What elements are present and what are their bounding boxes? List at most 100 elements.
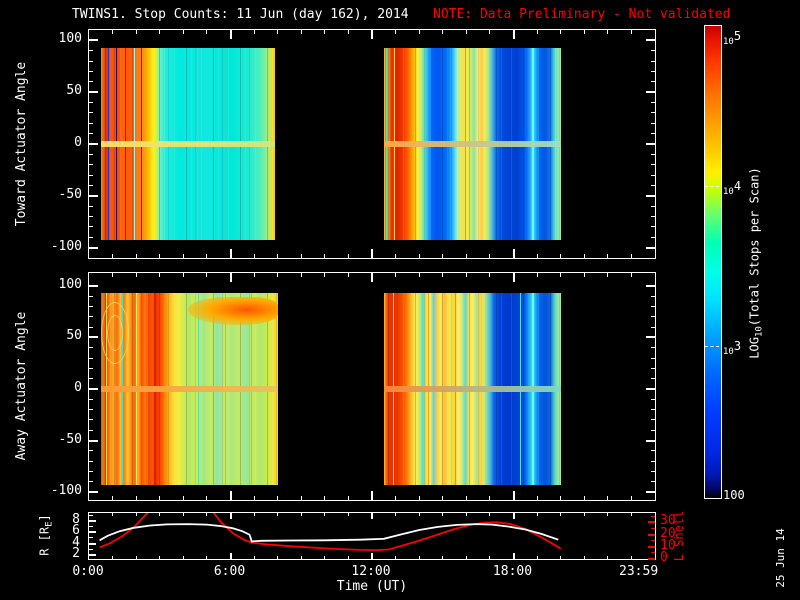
contour-ellipse — [106, 315, 123, 352]
y-tick — [89, 122, 93, 124]
x-tick — [347, 496, 349, 500]
x-tick — [159, 273, 161, 277]
colorbar-tick-base: 10 — [723, 346, 734, 357]
x-tick — [182, 273, 184, 277]
x-tick — [607, 556, 609, 559]
angle-tick-label: -50 — [58, 186, 82, 202]
x-tick — [206, 513, 208, 516]
y-tick — [89, 164, 93, 166]
toward-spectrogram-panel — [88, 29, 656, 259]
y-tick — [89, 357, 93, 359]
x-tick — [489, 273, 491, 277]
x-tick — [630, 513, 632, 516]
y-tick — [651, 102, 655, 104]
x-tick — [489, 496, 491, 500]
x-tick — [395, 254, 397, 258]
plot-canvas: TWINS1. Stop Counts: 11 Jun (day 162), 2… — [0, 0, 800, 600]
datestamp: 25 Jun 14 — [774, 528, 787, 588]
y-tick — [651, 326, 655, 328]
x-tick — [512, 491, 515, 500]
x-tick — [206, 496, 208, 500]
x-tick — [583, 556, 585, 559]
y-tick — [89, 295, 93, 297]
x-tick — [159, 30, 161, 34]
x-tick — [465, 513, 467, 516]
x-tick — [583, 496, 585, 500]
spectrogram-data-block — [100, 47, 276, 241]
x-tick — [253, 556, 255, 559]
y-tick — [89, 91, 98, 94]
y-tick — [651, 205, 655, 207]
x-tick — [135, 496, 137, 500]
y-tick — [646, 284, 655, 287]
x-tick — [229, 30, 232, 39]
colorbar-tick-exponent: 3 — [733, 338, 742, 353]
x-tick — [277, 273, 279, 277]
x-tick — [512, 513, 515, 519]
away-spectrogram-panel — [88, 272, 656, 501]
colorbar-tick-dash — [705, 186, 719, 188]
x-tick — [253, 513, 255, 516]
y-tick — [89, 60, 93, 62]
y-tick — [651, 50, 655, 52]
x-tick — [418, 513, 420, 516]
x-tick — [442, 254, 444, 258]
x-tick — [442, 513, 444, 516]
time-tick-label: 0:00 — [72, 564, 104, 579]
toward-y-axis-label: Toward Actuator Angle — [14, 61, 29, 227]
x-tick — [347, 513, 349, 516]
x-tick — [465, 556, 467, 559]
x-tick — [324, 254, 326, 258]
y-tick — [89, 491, 98, 494]
x-tick — [182, 30, 184, 34]
angle-tick-label: 50 — [66, 83, 82, 99]
away-y-axis-label: Away Actuator Angle — [14, 311, 29, 461]
r-distance-line — [99, 523, 559, 543]
x-tick — [229, 513, 232, 519]
colorbar — [704, 25, 722, 499]
colorbar-tick-base: 100 — [723, 488, 745, 502]
x-tick — [371, 491, 373, 500]
x-tick — [418, 254, 420, 258]
x-tick — [300, 556, 302, 559]
x-tick — [277, 513, 279, 516]
y-tick — [89, 388, 98, 390]
x-tick — [253, 254, 255, 258]
x-tick — [418, 556, 420, 559]
x-tick — [395, 513, 397, 516]
y-tick — [651, 419, 655, 421]
colorbar-tick-base: 10 — [723, 36, 734, 47]
x-tick — [159, 513, 161, 516]
zero-angle-stripe — [100, 140, 276, 147]
x-tick — [206, 254, 208, 258]
x-tick — [300, 496, 302, 500]
zero-angle-stripe — [383, 140, 561, 147]
y-tick — [89, 112, 93, 114]
x-tick — [324, 556, 326, 559]
x-tick — [418, 496, 420, 500]
l-minor-tick — [651, 515, 655, 517]
y-tick — [89, 174, 93, 176]
colorbar-tick-label: 103 — [723, 339, 741, 357]
x-tick — [395, 273, 397, 277]
l-tick — [648, 558, 655, 560]
spectrogram-data-block — [383, 47, 561, 241]
y-tick — [89, 336, 98, 339]
x-tick — [630, 30, 632, 34]
x-tick — [371, 249, 373, 258]
page-title: TWINS1. Stop Counts: 11 Jun (day 162), 2… — [72, 7, 409, 22]
colorbar-tick-label: 104 — [723, 179, 741, 197]
y-tick — [89, 184, 93, 186]
angle-tick-label: -100 — [50, 238, 82, 254]
y-tick — [646, 91, 655, 94]
y-tick — [651, 347, 655, 349]
r-minor-tick — [89, 537, 93, 539]
x-tick — [112, 496, 114, 500]
r-tick-label: 2 — [72, 546, 80, 562]
x-tick — [300, 30, 302, 34]
x-tick — [347, 273, 349, 277]
y-tick — [651, 429, 655, 431]
x-tick — [229, 491, 232, 500]
y-tick — [646, 388, 655, 390]
y-tick — [89, 398, 93, 400]
